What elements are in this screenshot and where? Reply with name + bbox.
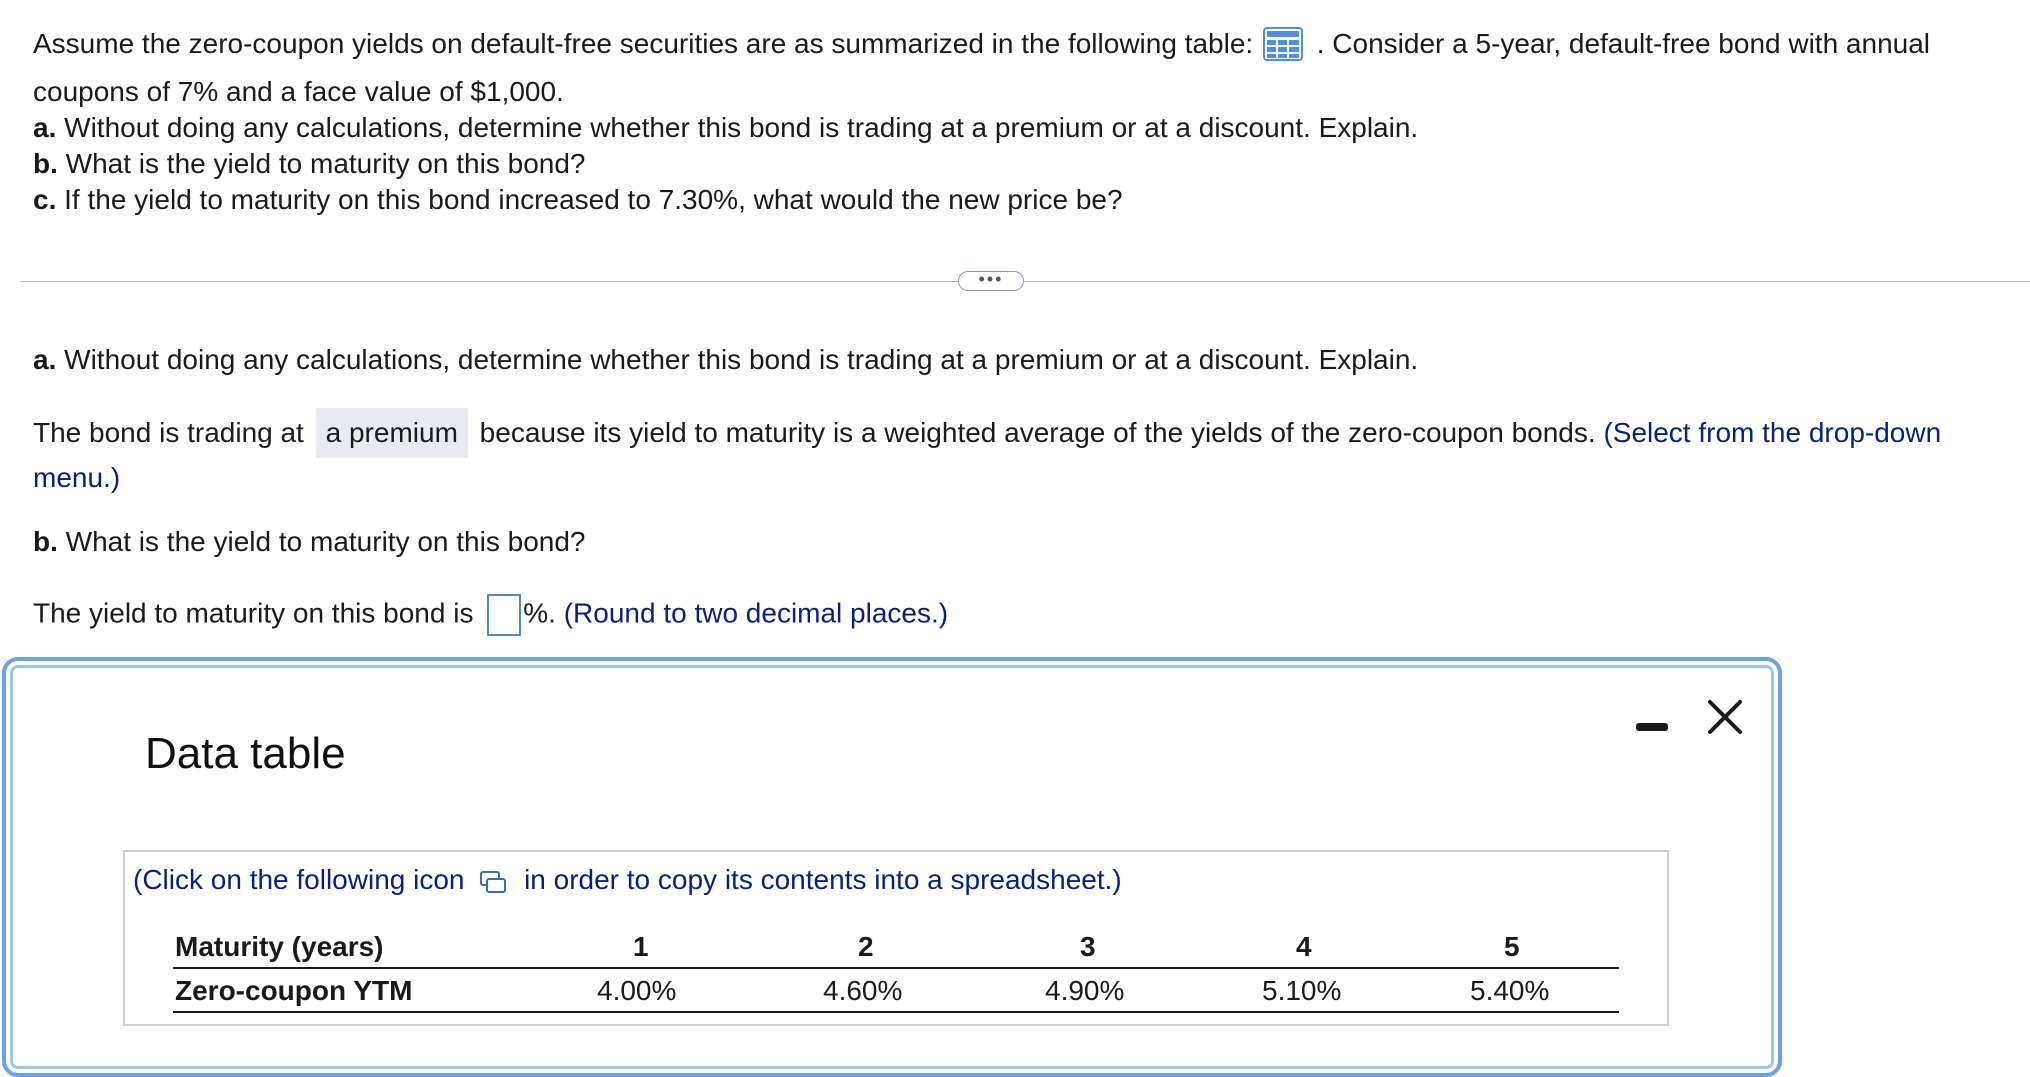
copy-spreadsheet-icon[interactable] <box>480 866 507 902</box>
table-row-divider <box>173 967 1619 969</box>
answer-b-hint: (Round to two decimal places.) <box>563 597 949 629</box>
problem-part-c: c. If the yield to maturity on this bond… <box>33 182 1123 218</box>
maturity-3: 3 <box>1080 931 1096 962</box>
copy-note-before: (Click on the following icon <box>133 864 465 895</box>
problem-intro-text-cont: . Consider a 5-year, default-free bond w… <box>1316 28 1931 59</box>
yield-1: 4.00% <box>597 975 677 1006</box>
answer-b-label: b. <box>33 526 58 557</box>
minimize-icon[interactable] <box>1636 723 1668 731</box>
yield-5: 5.40% <box>1470 975 1550 1006</box>
part-a-text: Without doing any calculations, determin… <box>64 112 1419 143</box>
yield-3: 4.90% <box>1045 975 1125 1006</box>
premium-discount-dropdown[interactable]: a premium <box>315 408 468 458</box>
answer-b-before: The yield to maturity on this bond is <box>33 597 474 629</box>
more-button[interactable]: ••• <box>958 270 1024 291</box>
ytm-input[interactable] <box>487 594 522 636</box>
section-divider <box>20 281 2030 282</box>
part-b-text: What is the yield to maturity on this bo… <box>65 148 586 179</box>
yield-4: 5.10% <box>1262 975 1342 1006</box>
maturity-1: 1 <box>633 931 649 962</box>
problem-line-2: coupons of 7% and a face value of $1,000… <box>33 76 564 107</box>
answer-a-after: because its yield to maturity is a weigh… <box>479 417 1596 448</box>
maturity-2: 2 <box>858 931 874 962</box>
problem-intro-text: Assume the zero-coupon yields on default… <box>33 28 1254 59</box>
copy-note-after: in order to copy its contents into a spr… <box>524 864 1122 895</box>
answer-a-label: a. <box>33 344 57 375</box>
table-bottom-border <box>173 1011 1619 1013</box>
answer-a-question: a. Without doing any calculations, deter… <box>33 342 1418 378</box>
answer-a-before: The bond is trading at <box>33 417 304 448</box>
part-a-label: a. <box>33 112 57 143</box>
answer-a-sentence: The bond is trading at a premium because… <box>33 408 1941 458</box>
row-header-ytm: Zero-coupon YTM <box>175 975 413 1006</box>
maturity-4: 4 <box>1296 931 1312 962</box>
close-icon[interactable] <box>1705 697 1745 737</box>
problem-part-b: b. What is the yield to maturity on this… <box>33 146 586 182</box>
answer-b-sentence: The yield to maturity on this bond is %.… <box>33 594 948 636</box>
maturity-5: 5 <box>1504 931 1520 962</box>
answer-a-hint: (Select from the drop-down <box>1603 417 1942 448</box>
yield-2: 4.60% <box>823 975 903 1006</box>
problem-part-a: a. Without doing any calculations, deter… <box>33 110 1418 146</box>
part-c-text: If the yield to maturity on this bond in… <box>64 184 1123 215</box>
answer-b-question-text: What is the yield to maturity on this bo… <box>65 526 586 557</box>
answer-b-suffix: %. <box>523 597 556 629</box>
copy-note: (Click on the following icon in order to… <box>133 862 1122 902</box>
modal-title: Data table <box>145 729 346 778</box>
answer-b-question: b. What is the yield to maturity on this… <box>33 524 586 560</box>
part-b-label: b. <box>33 148 58 179</box>
part-c-label: c. <box>33 184 57 215</box>
table-grid-icon[interactable] <box>1262 27 1303 70</box>
answer-a-question-text: Without doing any calculations, determin… <box>64 344 1419 375</box>
row-header-maturity: Maturity (years) <box>175 931 384 962</box>
problem-line-1: Assume the zero-coupon yields on default… <box>33 26 1930 70</box>
answer-a-hint-cont: menu.) <box>33 462 121 493</box>
